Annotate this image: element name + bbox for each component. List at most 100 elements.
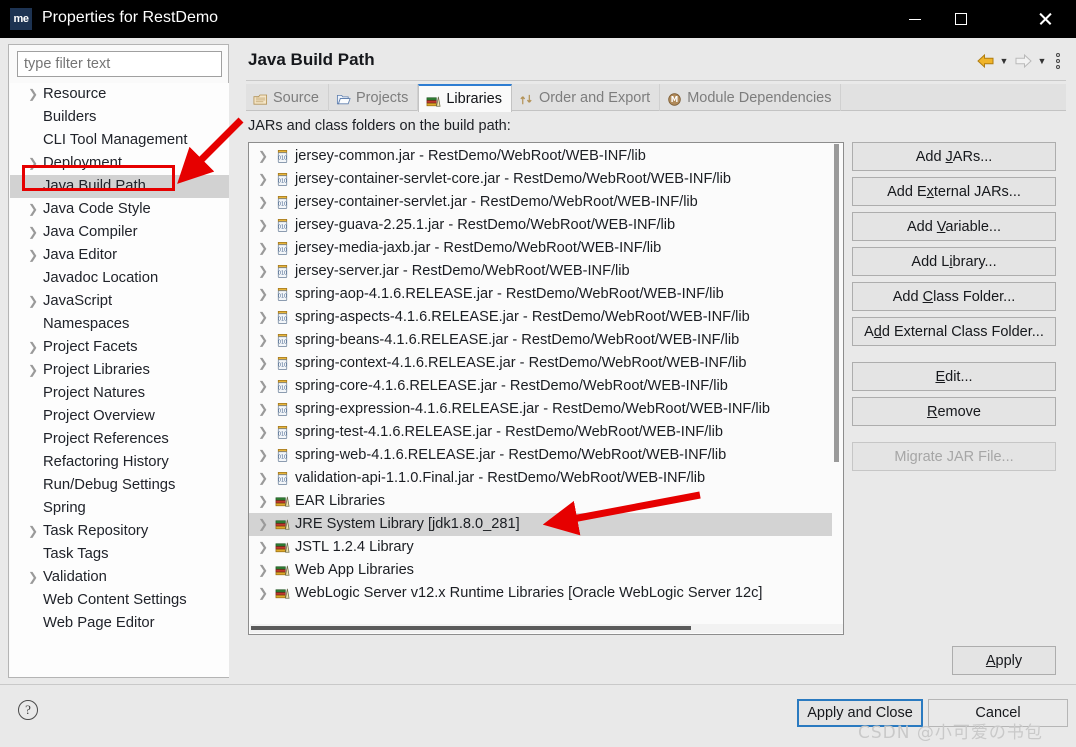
chevron-right-icon[interactable]: ❯	[258, 559, 268, 582]
back-history-caret-icon[interactable]: ▼	[996, 51, 1012, 71]
build-path-entry[interactable]: ❯ 010 spring-core-4.1.6.RELEASE.jar - Rest…	[249, 375, 833, 398]
filter-input[interactable]	[17, 51, 222, 77]
sidebar-item-web-page-editor[interactable]: Web Page Editor	[10, 612, 229, 635]
sidebar-item-java-build-path[interactable]: Java Build Path	[10, 175, 229, 198]
build-path-entry[interactable]: ❯ EAR Libraries	[249, 490, 833, 513]
sidebar-item-resource[interactable]: ❯ Resource	[10, 83, 229, 106]
chevron-right-icon[interactable]: ❯	[258, 260, 268, 283]
chevron-right-icon[interactable]: ❯	[258, 306, 268, 329]
add-variable-button[interactable]: Add Variable...	[852, 212, 1056, 241]
chevron-right-icon[interactable]: ❯	[258, 329, 268, 352]
sidebar-item-project-references[interactable]: Project References	[10, 428, 229, 451]
build-path-entry[interactable]: ❯ 010 validation-api-1.1.0.Final.jar - Res…	[249, 467, 833, 490]
chevron-right-icon[interactable]: ❯	[28, 290, 38, 313]
chevron-right-icon[interactable]: ❯	[258, 375, 268, 398]
tab-source[interactable]: Source	[246, 84, 329, 111]
build-path-entry[interactable]: ❯ 010 jersey-container-servlet-core.jar - …	[249, 168, 833, 191]
build-path-entry[interactable]: ❯ Web App Libraries	[249, 559, 833, 582]
sidebar-item-web-content-settings[interactable]: Web Content Settings	[10, 589, 229, 612]
chevron-right-icon[interactable]: ❯	[28, 520, 38, 543]
chevron-right-icon[interactable]: ❯	[258, 582, 268, 605]
sidebar-item-builders[interactable]: Builders	[10, 106, 229, 129]
chevron-right-icon[interactable]: ❯	[28, 336, 38, 359]
edit-button[interactable]: Edit...	[852, 362, 1056, 391]
chevron-right-icon[interactable]: ❯	[258, 536, 268, 559]
chevron-right-icon[interactable]: ❯	[258, 352, 268, 375]
sidebar-item-task-repository[interactable]: ❯ Task Repository	[10, 520, 229, 543]
sidebar-item-java-editor[interactable]: ❯ Java Editor	[10, 244, 229, 267]
chevron-right-icon[interactable]: ❯	[258, 398, 268, 421]
apply-button[interactable]: Apply	[952, 646, 1056, 675]
tab-projects[interactable]: Projects	[329, 84, 419, 111]
chevron-right-icon[interactable]: ❯	[258, 145, 268, 168]
sidebar-item-task-tags[interactable]: Task Tags	[10, 543, 229, 566]
add-external-class-folder-button[interactable]: Add External Class Folder...	[852, 317, 1056, 346]
build-path-entry[interactable]: ❯ 010 jersey-server.jar - RestDemo/WebRoot…	[249, 260, 833, 283]
sidebar-item-project-facets[interactable]: ❯ Project Facets	[10, 336, 229, 359]
build-path-entry[interactable]: ❯ 010 spring-test-4.1.6.RELEASE.jar - Rest…	[249, 421, 833, 444]
add-library-button[interactable]: Add Library...	[852, 247, 1056, 276]
back-arrow-icon[interactable]	[974, 51, 996, 71]
chevron-right-icon[interactable]: ❯	[258, 467, 268, 490]
sidebar-item-spring[interactable]: Spring	[10, 497, 229, 520]
forward-history-caret-icon[interactable]: ▼	[1034, 51, 1050, 71]
build-path-entry[interactable]: ❯ 010 spring-context-4.1.6.RELEASE.jar - R…	[249, 352, 833, 375]
build-path-entry[interactable]: ❯ 010 jersey-common.jar - RestDemo/WebRoot…	[249, 145, 833, 168]
chevron-right-icon[interactable]: ❯	[258, 444, 268, 467]
build-path-entry[interactable]: ❯ 010 spring-expression-4.1.6.RELEASE.jar …	[249, 398, 833, 421]
add-external-jars-button[interactable]: Add External JARs...	[852, 177, 1056, 206]
build-path-entry[interactable]: ❯ 010 spring-aspects-4.1.6.RELEASE.jar - R…	[249, 306, 833, 329]
chevron-right-icon[interactable]: ❯	[258, 513, 268, 536]
sidebar-item-javascript[interactable]: ❯ JavaScript	[10, 290, 229, 313]
build-path-entry[interactable]: ❯ 010 spring-web-4.1.6.RELEASE.jar - RestD…	[249, 444, 833, 467]
build-path-entry[interactable]: ❯ 010 spring-beans-4.1.6.RELEASE.jar - Res…	[249, 329, 833, 352]
vertical-scroll-thumb[interactable]	[834, 144, 839, 462]
remove-button[interactable]: Remove	[852, 397, 1056, 426]
chevron-right-icon[interactable]: ❯	[28, 244, 38, 267]
tab-libraries[interactable]: Libraries	[418, 84, 512, 112]
sidebar-item-refactoring-history[interactable]: Refactoring History	[10, 451, 229, 474]
chevron-right-icon[interactable]: ❯	[28, 566, 38, 589]
tab-order-and-export[interactable]: Order and Export	[512, 84, 661, 111]
chevron-right-icon[interactable]: ❯	[258, 214, 268, 237]
build-path-entry[interactable]: ❯ 010 jersey-media-jaxb.jar - RestDemo/Web…	[249, 237, 833, 260]
add-class-folder-button[interactable]: Add Class Folder...	[852, 282, 1056, 311]
sidebar-item-project-overview[interactable]: Project Overview	[10, 405, 229, 428]
chevron-right-icon[interactable]: ❯	[28, 83, 38, 106]
list-horizontal-scrollbar[interactable]	[250, 624, 843, 633]
chevron-right-icon[interactable]: ❯	[28, 359, 38, 382]
build-path-entry[interactable]: ❯ WebLogic Server v12.x Runtime Libraries…	[249, 582, 833, 605]
chevron-right-icon[interactable]: ❯	[28, 198, 38, 221]
view-menu-icon[interactable]	[1050, 51, 1066, 71]
build-path-list[interactable]: ❯ 010 jersey-common.jar - RestDemo/WebRoot…	[249, 145, 833, 605]
chevron-right-icon[interactable]: ❯	[258, 490, 268, 513]
sidebar-item-run-debug-settings[interactable]: Run/Debug Settings	[10, 474, 229, 497]
sidebar-item-java-compiler[interactable]: ❯ Java Compiler	[10, 221, 229, 244]
sidebar-item-java-code-style[interactable]: ❯ Java Code Style	[10, 198, 229, 221]
chevron-right-icon[interactable]: ❯	[28, 221, 38, 244]
chevron-right-icon[interactable]: ❯	[258, 283, 268, 306]
sidebar-item-project-natures[interactable]: Project Natures	[10, 382, 229, 405]
maximize-button[interactable]	[938, 0, 984, 38]
sidebar-item-deployment[interactable]: ❯ Deployment	[10, 152, 229, 175]
sidebar-item-validation[interactable]: ❯ Validation	[10, 566, 229, 589]
chevron-right-icon[interactable]: ❯	[258, 421, 268, 444]
list-vertical-scrollbar[interactable]	[832, 144, 842, 634]
sidebar-item-javadoc-location[interactable]: Javadoc Location	[10, 267, 229, 290]
build-path-entry[interactable]: ❯ JSTL 1.2.4 Library	[249, 536, 833, 559]
build-path-entry[interactable]: ❯ 010 jersey-guava-2.25.1.jar - RestDemo/W…	[249, 214, 833, 237]
sidebar-item-cli-tool-management[interactable]: CLI Tool Management	[10, 129, 229, 152]
build-path-listbox[interactable]: ❯ 010 jersey-common.jar - RestDemo/WebRoot…	[248, 142, 844, 635]
close-button[interactable]	[1022, 0, 1068, 38]
settings-tree[interactable]: ❯ Resource Builders CLI Tool Management ❯ Dep…	[10, 83, 229, 677]
build-path-entry[interactable]: ❯ JRE System Library [jdk1.8.0_281]	[249, 513, 833, 536]
horizontal-scroll-thumb[interactable]	[251, 626, 691, 630]
add-jars-button[interactable]: Add JARs...	[852, 142, 1056, 171]
help-icon[interactable]: ?	[18, 700, 38, 720]
sidebar-item-namespaces[interactable]: Namespaces	[10, 313, 229, 336]
minimize-button[interactable]	[892, 0, 938, 38]
chevron-right-icon[interactable]: ❯	[258, 168, 268, 191]
build-path-entry[interactable]: ❯ 010 spring-aop-4.1.6.RELEASE.jar - RestD…	[249, 283, 833, 306]
chevron-right-icon[interactable]: ❯	[28, 152, 38, 175]
tab-module-dependencies[interactable]: M Module Dependencies	[660, 84, 842, 111]
